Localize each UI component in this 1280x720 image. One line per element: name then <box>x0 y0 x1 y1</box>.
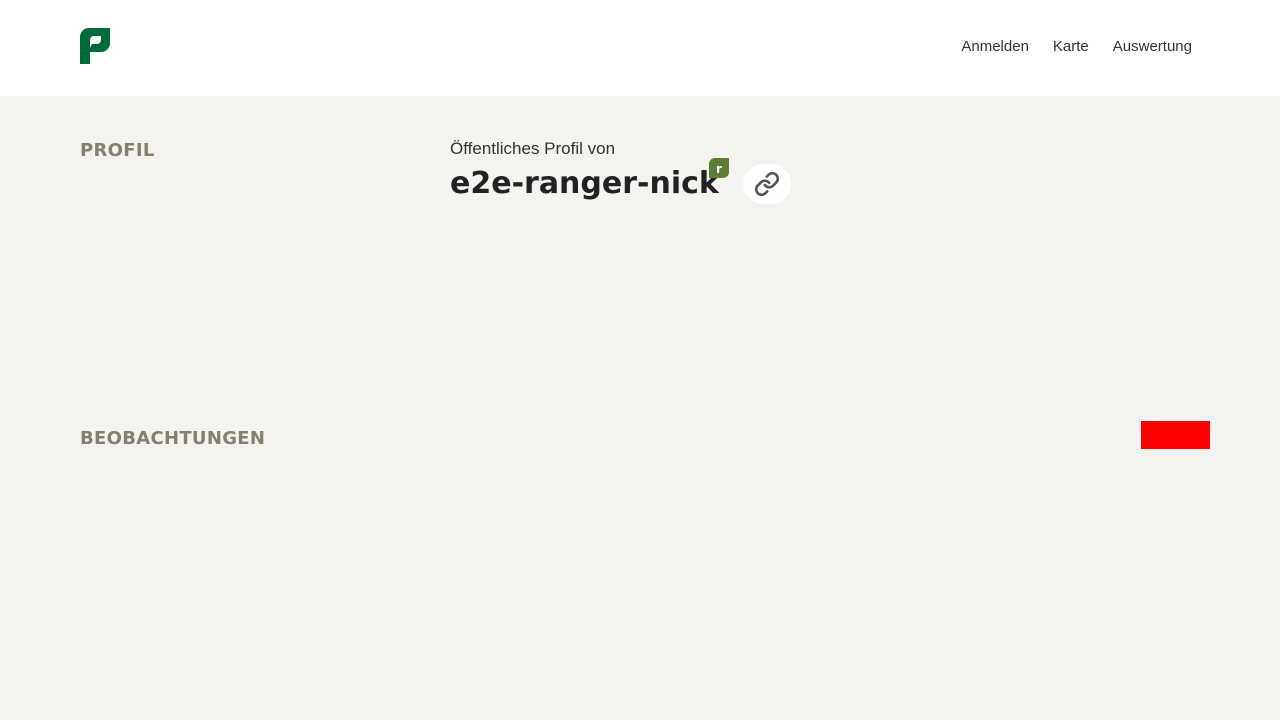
profile-section-title: PROFIL <box>80 140 155 161</box>
ranger-badge-letter: r <box>716 162 722 176</box>
copy-profile-link-button[interactable] <box>743 164 791 204</box>
observations-section-title: BEOBACHTUNGEN <box>80 428 266 449</box>
link-icon <box>754 171 780 197</box>
brand-logo-icon[interactable] <box>80 28 110 64</box>
site-header: Anmelden Karte Auswertung <box>0 0 1280 96</box>
nav-login-link[interactable]: Anmelden <box>961 38 1029 55</box>
main-navigation: Anmelden Karte Auswertung <box>961 38 1192 55</box>
profile-username: e2e-ranger-nick <box>450 166 719 201</box>
nav-evaluation-link[interactable]: Auswertung <box>1113 38 1192 55</box>
ranger-badge-icon: r <box>709 158 729 178</box>
profile-subtitle: Öffentliches Profil von <box>450 139 616 158</box>
observations-indicator <box>1141 421 1210 449</box>
nav-map-link[interactable]: Karte <box>1053 38 1089 55</box>
